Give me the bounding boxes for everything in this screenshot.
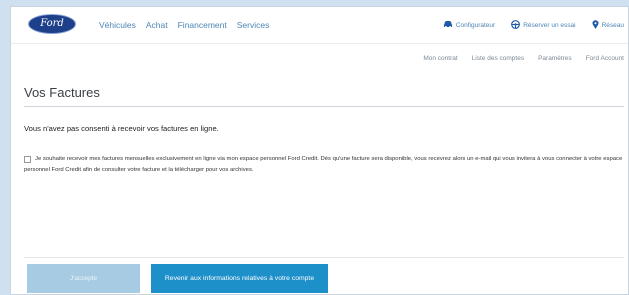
account-subnav: Mon contrat Liste des comptes Paramètres… — [11, 43, 628, 73]
consent-status-message: Vous n'avez pas consenti à recevoir vos … — [24, 124, 219, 133]
top-navigation: Ford Véhicules Achat Financement Service… — [11, 7, 628, 43]
subnav-ford-account[interactable]: Ford Account — [586, 55, 624, 62]
steering-wheel-icon — [511, 19, 521, 31]
consent-option: Je souhaite recevoir mes factures mensue… — [24, 154, 624, 175]
car-icon — [443, 20, 453, 30]
dealer-network-link[interactable]: Réseau — [592, 19, 624, 31]
nav-link-vehicules[interactable]: Véhicules — [99, 20, 136, 30]
accept-button[interactable]: J'accepte — [27, 264, 140, 293]
utility-menu: Configurateur Réserver un essai Réseau — [443, 7, 624, 43]
test-drive-label: Réserver un essai — [523, 21, 576, 29]
consent-text: Je souhaite recevoir mes factures mensue… — [24, 156, 623, 173]
nav-link-financement[interactable]: Financement — [178, 20, 227, 30]
consent-checkbox[interactable] — [24, 155, 31, 163]
ford-logo[interactable]: Ford — [28, 14, 76, 34]
subnav-liste-des-comptes[interactable]: Liste des comptes — [472, 55, 524, 62]
nav-link-achat[interactable]: Achat — [146, 20, 168, 30]
location-pin-icon — [592, 19, 599, 31]
back-to-account-button[interactable]: Revenir aux informations relatives à vot… — [151, 264, 328, 293]
title-divider — [24, 106, 624, 107]
nav-link-services[interactable]: Services — [237, 20, 270, 30]
configurator-label: Configurateur — [455, 21, 496, 29]
main-menu: Véhicules Achat Financement Services — [99, 7, 269, 43]
page-frame: Ford Véhicules Achat Financement Service… — [10, 6, 629, 295]
subnav-mon-contrat[interactable]: Mon contrat — [423, 55, 457, 62]
page-title: Vos Factures — [24, 85, 100, 100]
actions-divider — [24, 257, 624, 258]
subnav-parametres[interactable]: Paramètres — [538, 55, 572, 62]
dealer-network-label: Réseau — [601, 21, 624, 29]
test-drive-link[interactable]: Réserver un essai — [511, 19, 576, 31]
configurator-link[interactable]: Configurateur — [443, 20, 495, 30]
